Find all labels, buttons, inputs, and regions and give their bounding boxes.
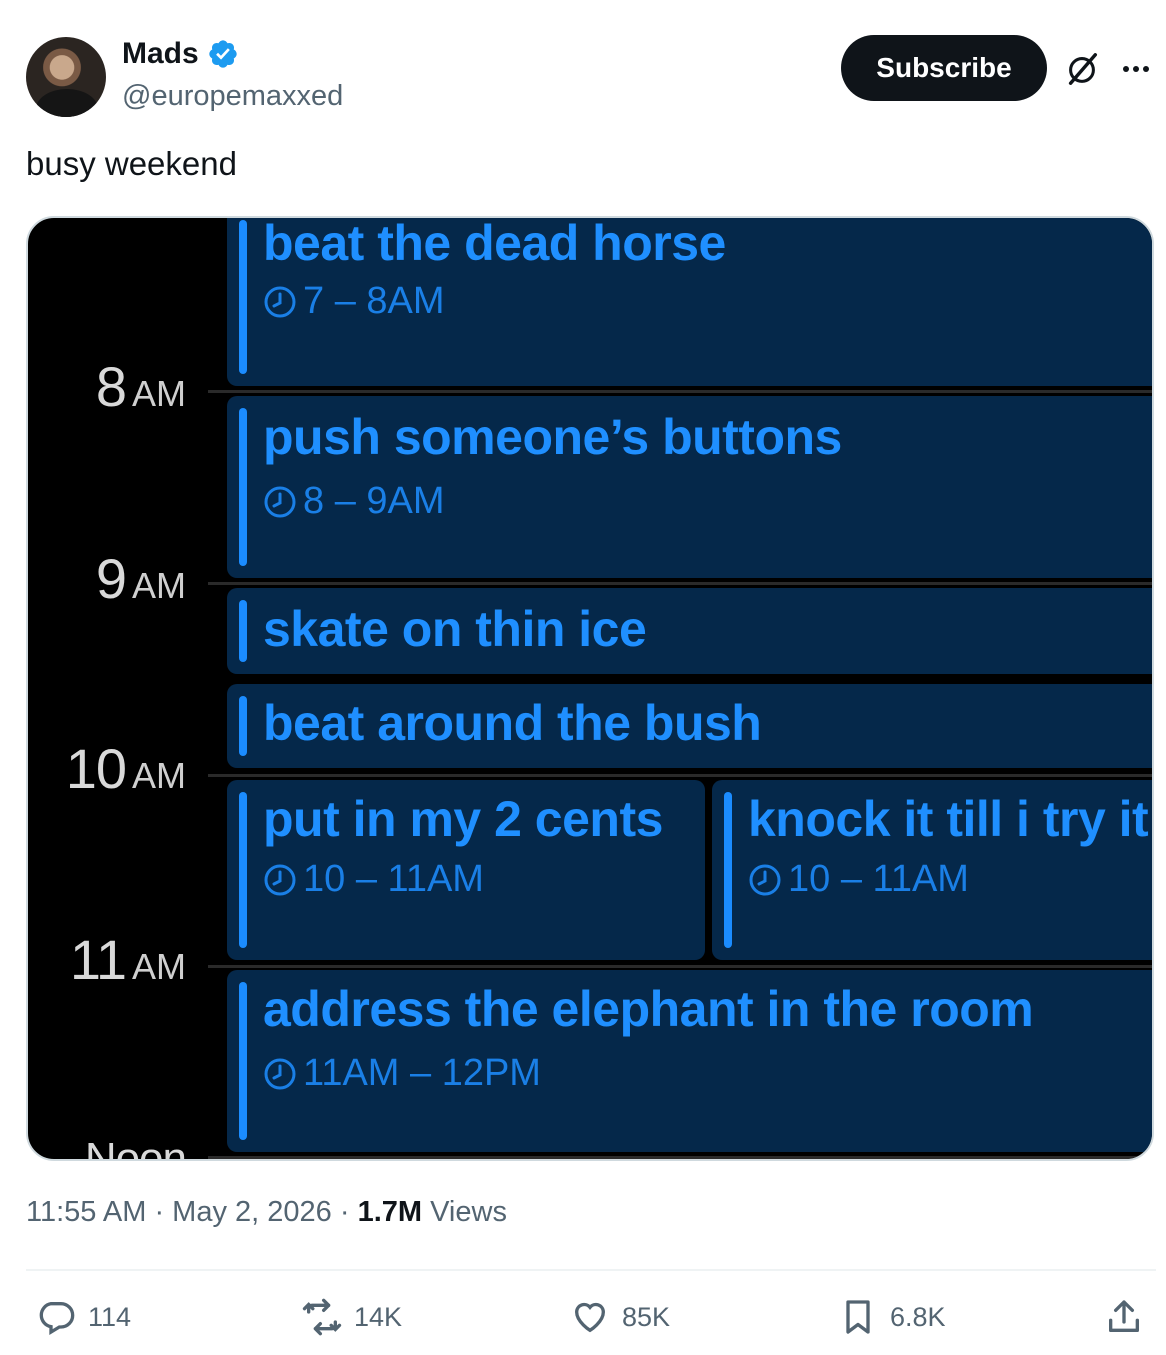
event-accent-bar: [724, 792, 732, 948]
bookmark-icon: [846, 1300, 870, 1334]
tweet-media-image[interactable]: 8 AM 9 AM 10 AM 11 AM Noon beat the dead hor…: [26, 216, 1154, 1161]
event-accent-bar: [239, 408, 247, 566]
tweet-text: busy weekend: [26, 145, 237, 182]
event-time: 10 – 11AM: [748, 858, 969, 901]
event-title: beat the dead horse: [263, 216, 726, 271]
hour-gridline: [208, 965, 1152, 968]
event-title: put in my 2 cents: [263, 791, 663, 847]
repost-count: 14K: [354, 1301, 403, 1332]
views-count: 1.7M: [357, 1196, 423, 1228]
author-name-row[interactable]: Mads: [122, 37, 239, 71]
bookmark-count: 6.8K: [890, 1301, 946, 1332]
hour-label-10am: 10 AM: [65, 737, 186, 800]
reply-icon: [39, 1302, 75, 1335]
event-title: push someone’s buttons: [263, 409, 842, 465]
calendar-event: skate on thin ice: [227, 588, 1152, 674]
event-time: 8 – 9AM: [263, 480, 445, 523]
grok-icon[interactable]: [1063, 50, 1101, 88]
heart-icon: [574, 1302, 606, 1333]
event-accent-bar: [239, 792, 247, 948]
event-accent-bar: [239, 696, 247, 756]
clock-icon: [749, 864, 781, 895]
share-icon: [1109, 1300, 1139, 1332]
event-title: skate on thin ice: [263, 601, 647, 657]
like-count: 85K: [622, 1301, 671, 1332]
calendar-event: beat the dead horse 7 – 8AM: [227, 216, 1152, 386]
event-time: 10 – 11AM: [263, 858, 484, 901]
share-button[interactable]: [1104, 1297, 1144, 1337]
hour-label-noon: Noon: [84, 1134, 187, 1161]
event-accent-bar: [239, 982, 247, 1140]
event-time: 11AM – 12PM: [263, 1052, 541, 1095]
views-label: Views: [430, 1196, 507, 1228]
display-name[interactable]: Mads: [122, 37, 199, 71]
event-accent-bar: [239, 600, 247, 662]
bookmark-button[interactable]: 6.8K: [838, 1297, 946, 1337]
hour-gridline: [208, 390, 1152, 393]
author-handle[interactable]: @europemaxxed: [122, 80, 343, 113]
tweet-meta: 11:55 AM · May 2, 2026 · 1.7M Views: [26, 1196, 507, 1229]
clock-icon: [264, 1058, 296, 1089]
calendar-event: address the elephant in the room 11AM – …: [227, 970, 1152, 1152]
avatar[interactable]: [26, 37, 106, 117]
calendar-event: beat around the bush: [227, 684, 1152, 768]
event-time: 7 – 8AM: [263, 280, 445, 323]
repost-button[interactable]: 14K: [302, 1297, 402, 1337]
calendar-event: put in my 2 cents 10 – 11AM: [227, 780, 705, 960]
hour-gridline: [208, 1156, 1152, 1159]
hour-label-11am: 11 AM: [69, 928, 186, 991]
event-title: beat around the bush: [263, 695, 762, 751]
hour-label-9am: 9 AM: [95, 547, 186, 610]
event-title: knock it till i try it: [748, 791, 1149, 847]
verified-badge-icon: [209, 40, 237, 68]
clock-icon: [264, 486, 296, 517]
clock-icon: [264, 864, 296, 895]
event-accent-bar: [239, 220, 247, 374]
calendar-event: knock it till i try it 10 – 11AM: [712, 780, 1152, 960]
divider: [26, 1269, 1156, 1271]
hour-gridline: [208, 582, 1152, 585]
more-options-icon[interactable]: [1116, 50, 1156, 88]
tweet-date[interactable]: May 2, 2026: [172, 1196, 332, 1228]
tweet-time[interactable]: 11:55 AM: [26, 1196, 146, 1228]
meta-separator: ·: [339, 1196, 358, 1228]
event-title: address the elephant in the room: [263, 981, 1034, 1037]
repost-icon: [302, 1298, 342, 1336]
reply-count: 114: [88, 1301, 132, 1332]
hour-gridline: [208, 774, 1152, 777]
subscribe-button[interactable]: Subscribe: [841, 35, 1047, 101]
like-button[interactable]: 85K: [570, 1297, 670, 1337]
reply-button[interactable]: 114: [36, 1297, 131, 1337]
meta-separator: ·: [154, 1196, 173, 1228]
clock-icon: [264, 286, 296, 317]
hour-label-8am: 8 AM: [95, 355, 186, 418]
calendar-event: push someone’s buttons 8 – 9AM: [227, 396, 1152, 578]
